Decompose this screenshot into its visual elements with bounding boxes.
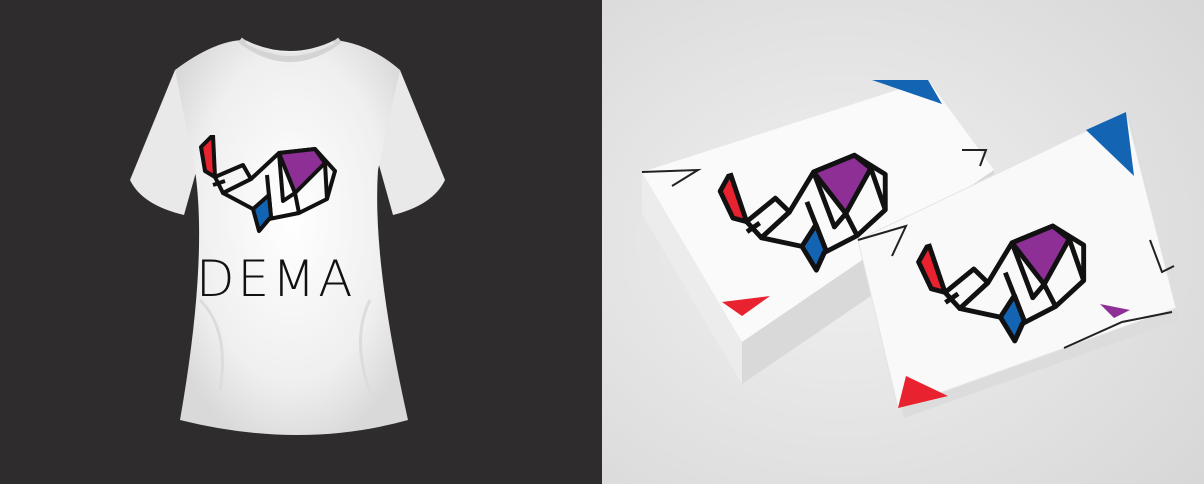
cards-scene: [602, 0, 1204, 484]
business-cards-mockup-panel: [602, 0, 1204, 484]
tshirt-mockup-panel: DEMA: [0, 0, 602, 484]
tshirt-scene: [0, 0, 602, 484]
